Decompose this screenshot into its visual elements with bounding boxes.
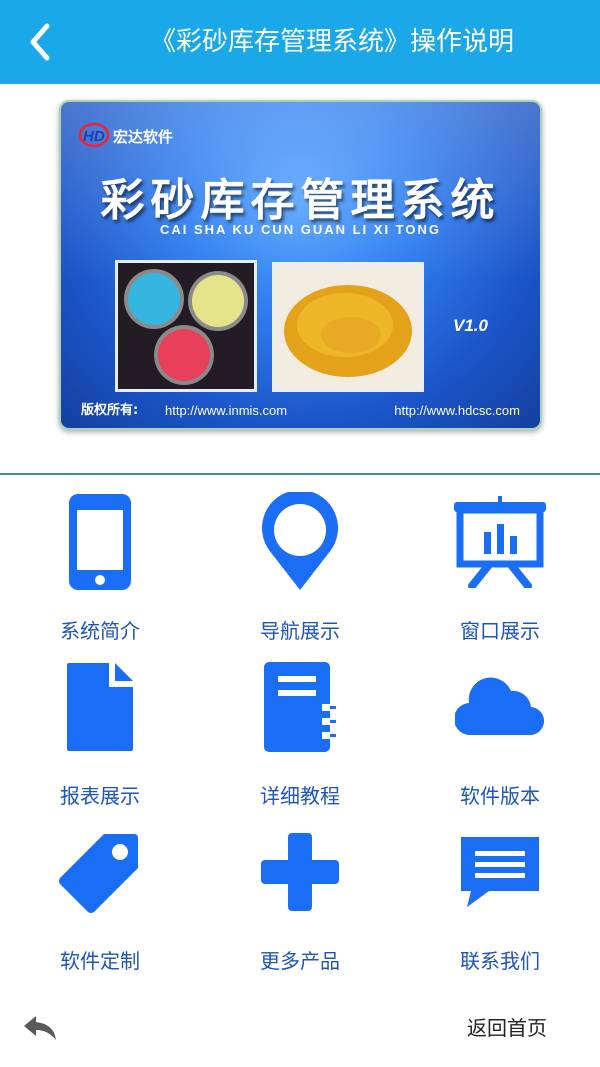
menu-item-label: 窗口展示 — [460, 619, 540, 643]
menu-item-label: 系统简介 — [60, 619, 140, 643]
reply-arrow-icon — [24, 1016, 56, 1040]
menu-item-label: 导航展示 — [260, 619, 340, 643]
menu-item-label: 软件版本 — [460, 784, 540, 808]
logo-text: 宏达软件 — [113, 128, 174, 146]
top-bar: 《彩砂库存管理系统》操作说明 — [0, 0, 600, 84]
menu-item-custom[interactable]: 软件定制 — [0, 817, 200, 982]
yellow-sand-photo — [272, 262, 424, 392]
hd-logo-icon: HD — [79, 122, 109, 148]
menu-item-label: 详细教程 — [260, 784, 340, 808]
menu-item-version[interactable]: 软件版本 — [400, 652, 600, 817]
url-left: http://www.inmis.com — [165, 403, 288, 418]
menu-item-label: 更多产品 — [260, 949, 340, 973]
divider — [0, 473, 600, 475]
copyright-label: 版权所有: — [81, 403, 139, 418]
message-icon — [461, 837, 539, 907]
menu-item-tutorial[interactable]: 详细教程 — [200, 652, 400, 817]
version-label: V1.0 — [453, 316, 488, 335]
menu-item-more-products[interactable]: 更多产品 — [200, 817, 400, 982]
bottom-back-button[interactable] — [22, 1012, 58, 1048]
menu-item-contact[interactable]: 联系我们 — [400, 817, 600, 982]
banner-title: 彩砂库存管理系统 — [100, 175, 501, 226]
page-title: 《彩砂库存管理系统》操作说明 — [150, 27, 515, 57]
phone-icon — [69, 494, 131, 590]
menu-item-reports[interactable]: 报表展示 — [0, 652, 200, 817]
notebook-icon — [264, 662, 336, 752]
map-pin-icon — [262, 492, 338, 590]
menu-item-navigation[interactable]: 导航展示 — [200, 487, 400, 652]
svg-text:HD: HD — [83, 128, 105, 145]
presentation-chart-icon — [454, 496, 546, 588]
menu-item-label: 软件定制 — [60, 949, 140, 973]
cloud-icon — [455, 677, 545, 736]
back-button[interactable] — [18, 20, 62, 64]
banner: HD 宏达软件 彩砂库存管理系统 CAI SHA KU CUN GUAN LI … — [59, 100, 542, 430]
colored-sand-photo — [115, 260, 257, 392]
menu-item-window[interactable]: 窗口展示 — [400, 487, 600, 652]
document-icon — [67, 663, 133, 751]
plus-icon — [261, 833, 339, 911]
home-link[interactable]: 返回首页 — [467, 1014, 547, 1042]
banner-subtitle: CAI SHA KU CUN GUAN LI XI TONG — [159, 222, 441, 237]
menu-item-label: 联系我们 — [460, 949, 540, 973]
menu-item-system-intro[interactable]: 系统简介 — [0, 487, 200, 652]
menu-item-label: 报表展示 — [60, 784, 140, 808]
banner-image: HD 宏达软件 彩砂库存管理系统 CAI SHA KU CUN GUAN LI … — [61, 102, 540, 428]
page: 《彩砂库存管理系统》操作说明 HD 宏达软件 彩砂库存管理系统 CAI SHA … — [0, 0, 600, 1067]
tag-icon — [59, 834, 138, 913]
url-right: http://www.hdcsc.com — [394, 403, 520, 418]
chevron-left-icon — [30, 23, 50, 61]
